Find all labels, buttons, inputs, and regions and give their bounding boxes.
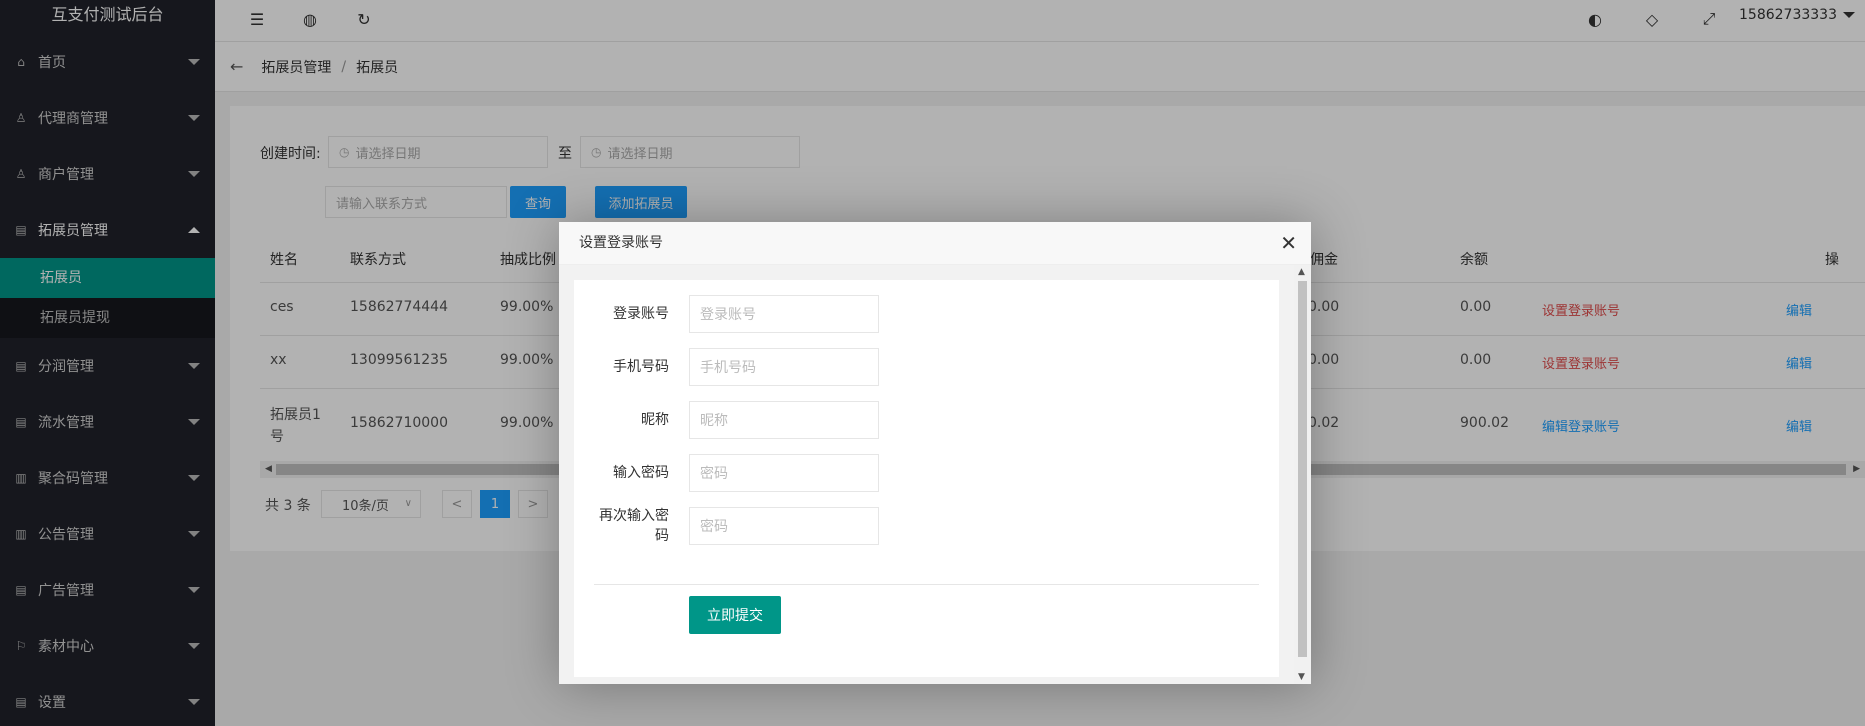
nickname-label: 昵称 — [641, 412, 669, 428]
phone-label: 手机号码 — [613, 359, 669, 375]
dialog-header: 设置登录账号 ✕ — [559, 222, 1311, 265]
password-input[interactable]: 密码 — [689, 454, 879, 492]
login-account-input[interactable]: 登录账号 — [689, 295, 879, 333]
login-account-form: 登录账号 登录账号 手机号码 手机号码 昵称 昵称 输入密码 密码 再次输入密 … — [574, 280, 1279, 677]
password-label: 输入密码 — [613, 465, 669, 481]
form-divider — [594, 584, 1259, 585]
set-login-account-dialog: 设置登录账号 ✕ 登录账号 登录账号 手机号码 手机号码 昵称 昵称 输入密码 … — [559, 222, 1311, 684]
phone-placeholder: 手机号码 — [700, 360, 756, 376]
nickname-input[interactable]: 昵称 — [689, 401, 879, 439]
scroll-up-icon[interactable]: ▲ — [1298, 267, 1305, 277]
confirm-password-label-line2: 码 — [655, 528, 669, 544]
dialog-title: 设置登录账号 — [579, 235, 663, 251]
phone-input[interactable]: 手机号码 — [689, 348, 879, 386]
confirm-password-placeholder: 密码 — [700, 519, 728, 535]
nickname-placeholder: 昵称 — [700, 413, 728, 429]
login-account-label: 登录账号 — [613, 306, 669, 322]
login-account-placeholder: 登录账号 — [700, 307, 756, 323]
scroll-thumb[interactable] — [1298, 281, 1307, 657]
dialog-scrollbar[interactable]: ▲ ▼ — [1294, 265, 1311, 684]
password-placeholder: 密码 — [700, 466, 728, 482]
confirm-password-input[interactable]: 密码 — [689, 507, 879, 545]
submit-button[interactable]: 立即提交 — [689, 596, 781, 634]
confirm-password-label-line1: 再次输入密 — [599, 508, 669, 524]
dialog-body: 登录账号 登录账号 手机号码 手机号码 昵称 昵称 输入密码 密码 再次输入密 … — [559, 265, 1311, 684]
scroll-down-icon[interactable]: ▼ — [1298, 672, 1305, 682]
close-icon[interactable]: ✕ — [1280, 222, 1297, 265]
